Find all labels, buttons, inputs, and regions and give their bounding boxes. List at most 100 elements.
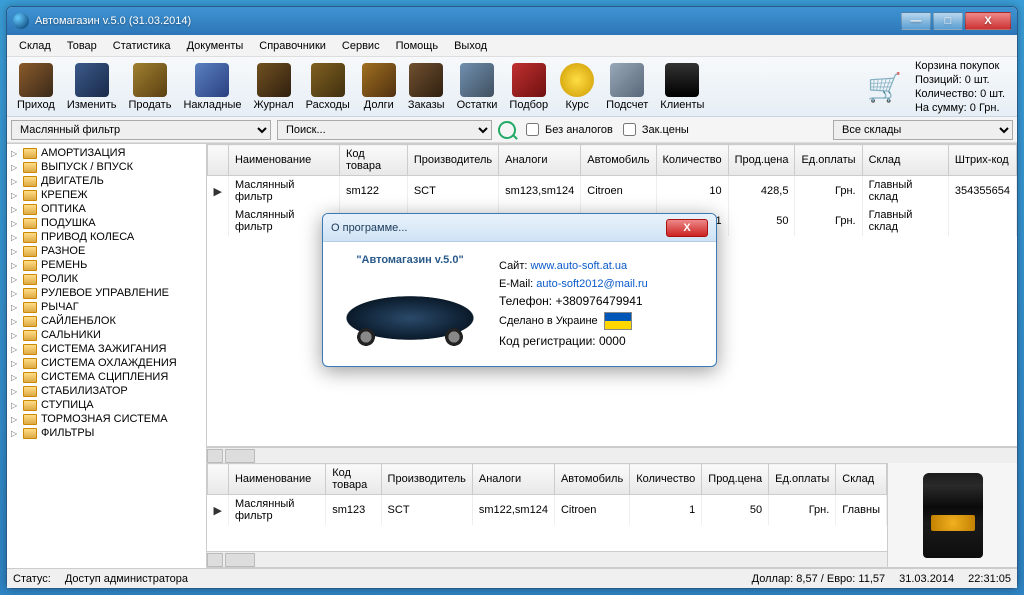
tb-kurs[interactable]: Курс	[554, 61, 600, 113]
tree-node[interactable]: ▷СТАБИЛИЗАТОР	[7, 384, 206, 398]
status-time: 22:31:05	[968, 573, 1011, 585]
folder-icon	[23, 260, 37, 271]
search-select[interactable]: Поиск...	[277, 120, 492, 140]
column-header[interactable]: Склад	[862, 145, 948, 176]
tb-prodat[interactable]: Продать	[122, 61, 177, 113]
tb-zakazy[interactable]: Заказы	[402, 61, 451, 113]
folder-icon	[23, 162, 37, 173]
tree-node[interactable]: ▷ОПТИКА	[7, 202, 206, 216]
menu-spravochniki[interactable]: Справочники	[251, 37, 334, 55]
folder-icon	[23, 330, 37, 341]
column-header[interactable]: Код товара	[326, 464, 381, 495]
folder-icon	[23, 414, 37, 425]
tree-node[interactable]: ▷ДВИГАТЕЛЬ	[7, 174, 206, 188]
product-image	[887, 463, 1017, 567]
column-header[interactable]: Автомобиль	[581, 145, 656, 176]
titlebar[interactable]: Автомагазин v.5.0 (31.03.2014) — □ X	[7, 7, 1017, 35]
maximize-button[interactable]: □	[933, 12, 963, 30]
close-button[interactable]: X	[965, 12, 1011, 30]
menubar: Склад Товар Статистика Документы Справоч…	[7, 35, 1017, 57]
tb-rashody[interactable]: Расходы	[300, 61, 356, 113]
tree-node[interactable]: ▷ВЫПУСК / ВПУСК	[7, 160, 206, 174]
column-header[interactable]: Количество	[656, 145, 728, 176]
cart-icon[interactable]: 🛒	[867, 71, 905, 103]
tb-podbor[interactable]: Подбор	[503, 61, 554, 113]
minimize-button[interactable]: —	[901, 12, 931, 30]
tree-node[interactable]: ▷СТУПИЦА	[7, 398, 206, 412]
tb-zhurnal[interactable]: Журнал	[248, 61, 300, 113]
warehouse-select[interactable]: Все склады	[833, 120, 1013, 140]
tree-node[interactable]: ▷КРЕПЕЖ	[7, 188, 206, 202]
expenses-icon	[311, 63, 345, 97]
column-header[interactable]: Ед.оплаты	[769, 464, 836, 495]
folder-icon	[23, 372, 37, 383]
no-analogs-checkbox[interactable]: Без аналогов	[522, 120, 613, 139]
tb-klienty[interactable]: Клиенты	[654, 61, 710, 113]
detail-scrollbar[interactable]	[207, 551, 887, 567]
folder-icon	[23, 190, 37, 201]
tb-podschet[interactable]: Подсчет	[600, 61, 654, 113]
dialog-email-link[interactable]: auto-soft2012@mail.ru	[536, 278, 647, 290]
tb-nakladnye[interactable]: Накладные	[177, 61, 247, 113]
dialog-titlebar[interactable]: О программе... X	[323, 214, 716, 242]
folder-icon	[23, 218, 37, 229]
column-header[interactable]: Автомобиль	[554, 464, 629, 495]
column-header[interactable]: Производитель	[407, 145, 498, 176]
folder-icon	[23, 148, 37, 159]
tree-node[interactable]: ▷АМОРТИЗАЦИЯ	[7, 146, 206, 160]
tree-node[interactable]: ▷ТОРМОЗНАЯ СИСТЕМА	[7, 412, 206, 426]
folder-icon	[23, 288, 37, 299]
tree-node[interactable]: ▷РЕМЕНЬ	[7, 258, 206, 272]
column-header[interactable]: Штрих-код	[948, 145, 1016, 176]
menu-sklad[interactable]: Склад	[11, 37, 59, 55]
tree-node[interactable]: ▷СИСТЕМА СЦИПЛЕНИЯ	[7, 370, 206, 384]
menu-exit[interactable]: Выход	[446, 37, 495, 55]
dialog-close-button[interactable]: X	[666, 219, 708, 237]
tree-node[interactable]: ▷ПОДУШКА	[7, 216, 206, 230]
tree-node[interactable]: ▷ПРИВОД КОЛЕСА	[7, 230, 206, 244]
menu-help[interactable]: Помощь	[388, 37, 447, 55]
menu-tovar[interactable]: Товар	[59, 37, 105, 55]
grid-scrollbar[interactable]	[207, 447, 1017, 463]
dialog-phone: Телефон: +380976479941	[499, 294, 648, 308]
tree-node[interactable]: ▷РЫЧАГ	[7, 300, 206, 314]
column-header[interactable]: Код товара	[339, 145, 407, 176]
dialog-car-image	[335, 274, 485, 354]
dialog-site-link[interactable]: www.auto-soft.at.ua	[530, 260, 627, 272]
column-header[interactable]: Аналоги	[499, 145, 581, 176]
column-header[interactable]: Склад	[836, 464, 887, 495]
category-select[interactable]: Маслянный фильтр	[11, 120, 271, 140]
column-header[interactable]: Аналоги	[472, 464, 554, 495]
column-header[interactable]: Наименование	[228, 464, 325, 495]
status-bar: Статус: Доступ администратора Доллар: 8,…	[7, 568, 1017, 588]
menu-dokumenty[interactable]: Документы	[179, 37, 252, 55]
menu-statistika[interactable]: Статистика	[105, 37, 179, 55]
table-row[interactable]: ▶Маслянный фильтрsm122SCTsm123,sm124Citr…	[208, 176, 1017, 207]
category-tree[interactable]: ▷АМОРТИЗАЦИЯ▷ВЫПУСК / ВПУСК▷ДВИГАТЕЛЬ▷КР…	[7, 144, 207, 568]
column-header[interactable]: Ед.оплаты	[795, 145, 862, 176]
column-header[interactable]: Производитель	[381, 464, 472, 495]
column-header[interactable]: Прод.цена	[728, 145, 795, 176]
column-header[interactable]: Прод.цена	[702, 464, 769, 495]
search-icon[interactable]	[498, 121, 516, 139]
tree-node[interactable]: ▷САЛЬНИКИ	[7, 328, 206, 342]
tree-node[interactable]: ▷СИСТЕМА ОХЛАЖДЕНИЯ	[7, 356, 206, 370]
tree-node[interactable]: ▷СИСТЕМА ЗАЖИГАНИЯ	[7, 342, 206, 356]
column-header[interactable]: Наименование	[228, 145, 339, 176]
menu-servis[interactable]: Сервис	[334, 37, 388, 55]
dialog-reg: Код регистрации: 0000	[499, 334, 648, 348]
tb-ostatki[interactable]: Остатки	[451, 61, 504, 113]
tb-izmenit[interactable]: Изменить	[61, 61, 123, 113]
column-header[interactable]: Количество	[630, 464, 702, 495]
dialog-made: Сделано в Украине	[499, 315, 598, 327]
tree-node[interactable]: ▷САЙЛЕНБЛОК	[7, 314, 206, 328]
tb-dolgi[interactable]: Долги	[356, 61, 402, 113]
tree-node[interactable]: ▷РУЛЕВОЕ УПРАВЛЕНИЕ	[7, 286, 206, 300]
folder-icon	[23, 176, 37, 187]
tb-prihod[interactable]: Приход	[11, 61, 61, 113]
calc-icon	[610, 63, 644, 97]
tree-node[interactable]: ▷РАЗНОЕ	[7, 244, 206, 258]
tree-node[interactable]: ▷ФИЛЬТРЫ	[7, 426, 206, 440]
fixed-prices-checkbox[interactable]: Зак.цены	[619, 120, 689, 139]
tree-node[interactable]: ▷РОЛИК	[7, 272, 206, 286]
